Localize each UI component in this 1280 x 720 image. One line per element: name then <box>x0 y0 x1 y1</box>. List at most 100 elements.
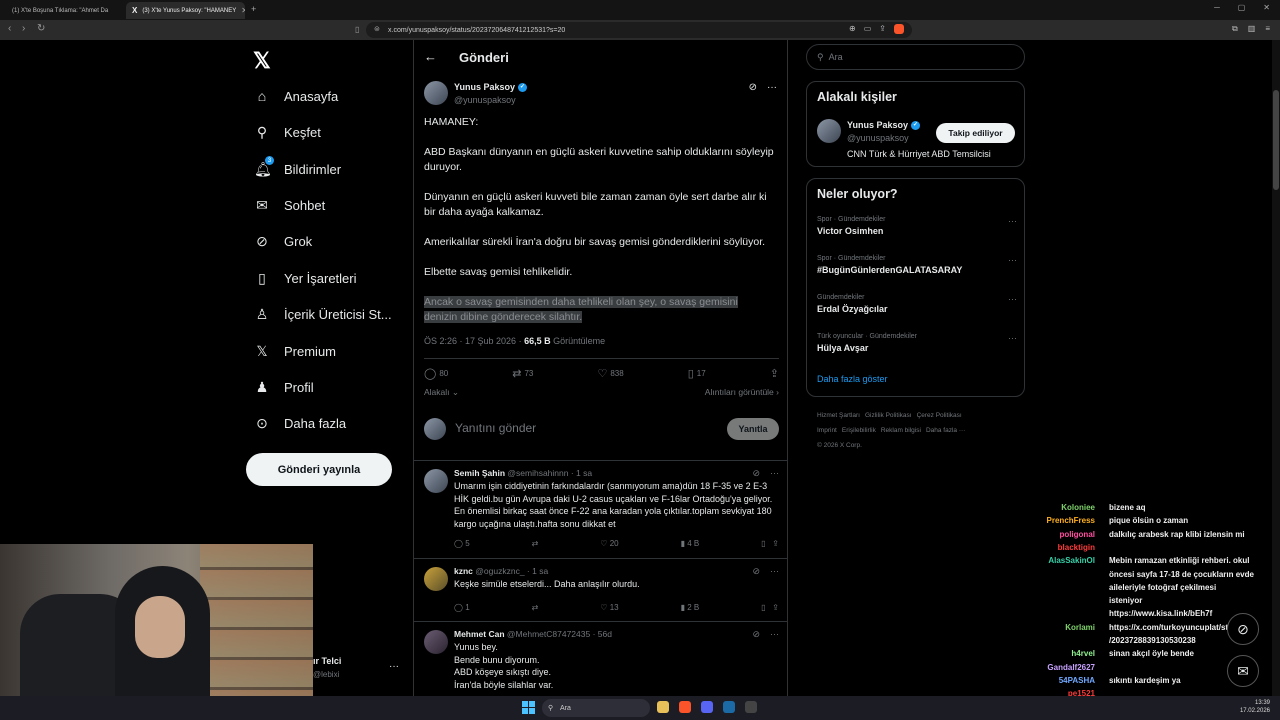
repost-button[interactable]: ⇄ <box>532 603 539 612</box>
sidebar-icon[interactable]: ▥ <box>1248 24 1256 34</box>
back-arrow-icon[interactable]: ‹ <box>8 23 11 34</box>
grok-icon[interactable]: ⊘ <box>752 629 760 640</box>
grok-icon[interactable]: ⊘ <box>752 468 760 479</box>
footer-link[interactable]: Reklam bilgisi <box>881 427 921 434</box>
address-bar[interactable]: ⊜ x.com/yunuspaksoy/status/2023720648741… <box>366 22 912 38</box>
more-options-icon[interactable]: ··· <box>1008 333 1017 343</box>
footer-link[interactable]: Daha fazla ··· <box>926 427 965 434</box>
obs-icon[interactable] <box>745 701 757 713</box>
x-logo-icon[interactable]: 𝕏 <box>253 48 271 74</box>
sidebar-item-3[interactable]: 🔔︎ 3 Bildirimler <box>254 156 341 178</box>
related-name[interactable]: Yunus Paksoy ✓ <box>847 120 921 130</box>
sidebar-item-10[interactable]: ⊙ Daha fazla <box>254 415 346 432</box>
footer-link[interactable]: Imprint <box>817 427 837 434</box>
sidebar-item-9[interactable]: ♟ Profil <box>254 379 314 396</box>
account-handle[interactable]: @lebixi <box>313 670 339 679</box>
chat-username[interactable]: h4rvel <box>1071 648 1095 659</box>
repost-button[interactable]: ⇄ 73 <box>512 367 533 380</box>
reply-item[interactable]: Mehmet Can @MehmetC87472435 · 56d ⊘ ··· Y… <box>414 621 787 696</box>
reply-item[interactable]: kznc @oguzkznc_ · 1 sa ⊘ ··· Keşke simüle… <box>414 558 787 620</box>
reply-item[interactable]: Semih Şahin @semihsahinnn · 1 sa ⊘ ··· Um… <box>414 460 787 556</box>
more-options-icon[interactable]: ··· <box>770 468 779 479</box>
chat-username[interactable]: Gandalf2627 <box>1047 662 1095 673</box>
more-options-icon[interactable]: ··· <box>770 566 779 577</box>
author-handle[interactable]: @yunuspaksoy <box>454 95 516 105</box>
browser-tab-1[interactable]: (1) X'te Boşuna Tıklama: "Ahmet Da <box>6 2 124 19</box>
close-window-icon[interactable]: ✕ <box>1263 3 1270 12</box>
chat-username[interactable]: Korlami <box>1065 622 1095 633</box>
trend-item[interactable]: Türk oyuncular · Gündemdekiler Hülya Avşa… <box>817 333 1017 353</box>
reply-submit-button[interactable]: Yanıtla <box>727 418 779 440</box>
related-handle[interactable]: @yunuspaksoy <box>847 133 909 143</box>
reply-handle[interactable]: @oguzkznc_ · 1 sa <box>475 566 548 576</box>
maximize-icon[interactable]: ▢ <box>1238 3 1246 12</box>
bookmark-page-icon[interactable]: ▯ <box>355 25 359 34</box>
reply-input[interactable]: Yanıtını gönder <box>455 421 536 435</box>
grok-icon[interactable]: ⊘ <box>749 82 757 93</box>
post-timestamp[interactable]: ÖS 2:26 · 17 Şub 2026 · <box>424 336 524 346</box>
sidebar-item-1[interactable]: ⌂ Anasayfa <box>254 88 338 104</box>
file-explorer-icon[interactable] <box>657 701 669 713</box>
share-button[interactable]: ⇪ <box>770 367 779 380</box>
browser-tab-2[interactable]: X (3) X'te Yunus Paksoy: "HAMANEY ✕ <box>126 2 245 19</box>
trend-item[interactable]: Spor · Gündemdekiler Victor Osimhen ··· <box>817 216 1017 236</box>
brave-shield-icon[interactable] <box>894 24 904 34</box>
scrollbar[interactable] <box>1272 40 1280 696</box>
footer-link[interactable]: © 2026 X Corp. <box>817 442 862 449</box>
more-options-icon[interactable]: ··· <box>1008 294 1017 304</box>
chat-username[interactable]: PrenchFress <box>1047 515 1095 526</box>
reply-author[interactable]: Mehmet Can <box>454 629 505 639</box>
steam-icon[interactable] <box>723 701 735 713</box>
reply-button[interactable]: ◯ 5 <box>454 539 470 548</box>
reply-avatar[interactable] <box>424 567 448 591</box>
sidebar-item-6[interactable]: ▯ Yer İşaretleri <box>254 270 356 287</box>
user-avatar[interactable] <box>424 418 446 440</box>
chat-username[interactable]: poligonal <box>1059 529 1095 540</box>
footer-link[interactable]: Erişilebilirlik <box>842 427 876 434</box>
scroll-thumb[interactable] <box>1273 90 1279 190</box>
footer-link[interactable]: Hizmet Şartları <box>817 412 860 419</box>
chat-username[interactable]: Koloniee <box>1061 502 1095 513</box>
like-button[interactable]: ♡ 20 <box>600 539 618 548</box>
back-arrow-icon[interactable]: ← <box>424 49 437 64</box>
following-button[interactable]: Takip ediliyor <box>936 123 1015 143</box>
show-more-link[interactable]: Daha fazla göster <box>817 374 888 384</box>
taskbar-search[interactable]: ⚲ Ara <box>542 699 650 717</box>
search-input[interactable]: ⚲ Ara <box>806 44 1025 70</box>
more-options-icon[interactable]: ··· <box>767 82 777 93</box>
more-options-icon[interactable]: ··· <box>770 629 779 640</box>
discord-icon[interactable] <box>701 701 713 713</box>
post-button[interactable]: Gönderi yayınla <box>246 453 392 486</box>
system-clock[interactable]: 13:39 17.02.2026 <box>1240 699 1270 715</box>
reply-avatar[interactable] <box>424 630 448 654</box>
forward-arrow-icon[interactable]: › <box>22 23 25 34</box>
share-icon[interactable]: ⇪ <box>879 24 886 34</box>
chat-username[interactable]: blacktigin <box>1058 542 1095 553</box>
reply-handle[interactable]: @semihsahinnn · 1 sa <box>507 468 592 478</box>
trend-item[interactable]: Spor · Gündemdekiler #BugünGünlerdenGALAT… <box>817 255 1017 275</box>
chat-username[interactable]: 54PASHA <box>1059 675 1095 686</box>
new-tab-button[interactable]: + <box>251 4 256 14</box>
grok-icon[interactable]: ⊘ <box>752 566 760 577</box>
author-avatar[interactable] <box>424 81 448 105</box>
more-options-icon[interactable]: ··· <box>1008 216 1017 226</box>
more-options-icon[interactable]: ··· <box>1008 255 1017 265</box>
footer-link[interactable]: Çerez Politikası <box>917 412 962 419</box>
reply-author[interactable]: kznc <box>454 566 473 576</box>
chat-username[interactable]: AlasSakinOl <box>1048 555 1095 566</box>
messages-float-button[interactable]: ✉ <box>1227 655 1259 687</box>
sidebar-item-2[interactable]: ⚲ Keşfet <box>254 124 321 141</box>
reply-handle[interactable]: @MehmetC87472435 · 56d <box>507 629 612 639</box>
reply-author[interactable]: Semih Şahin <box>454 468 505 478</box>
screen-icon[interactable]: ▭ <box>864 24 872 34</box>
sort-dropdown[interactable]: Alakalı ⌄ <box>424 387 459 398</box>
views-button[interactable]: ▮ 2 B <box>681 603 700 612</box>
bookmark-button[interactable]: ▯ ⇪ <box>761 603 779 612</box>
like-button[interactable]: ♡ 838 <box>597 367 623 380</box>
site-info-icon[interactable]: ⊜ <box>374 25 380 33</box>
sidebar-item-4[interactable]: ✉ Sohbet <box>254 197 325 214</box>
like-button[interactable]: ♡ 13 <box>600 603 618 612</box>
trend-item[interactable]: Gündemdekiler Erdal Özyağcılar ··· <box>817 294 1017 314</box>
extensions-icon[interactable]: ⧉ <box>1232 24 1238 34</box>
repost-button[interactable]: ⇄ <box>532 539 539 548</box>
